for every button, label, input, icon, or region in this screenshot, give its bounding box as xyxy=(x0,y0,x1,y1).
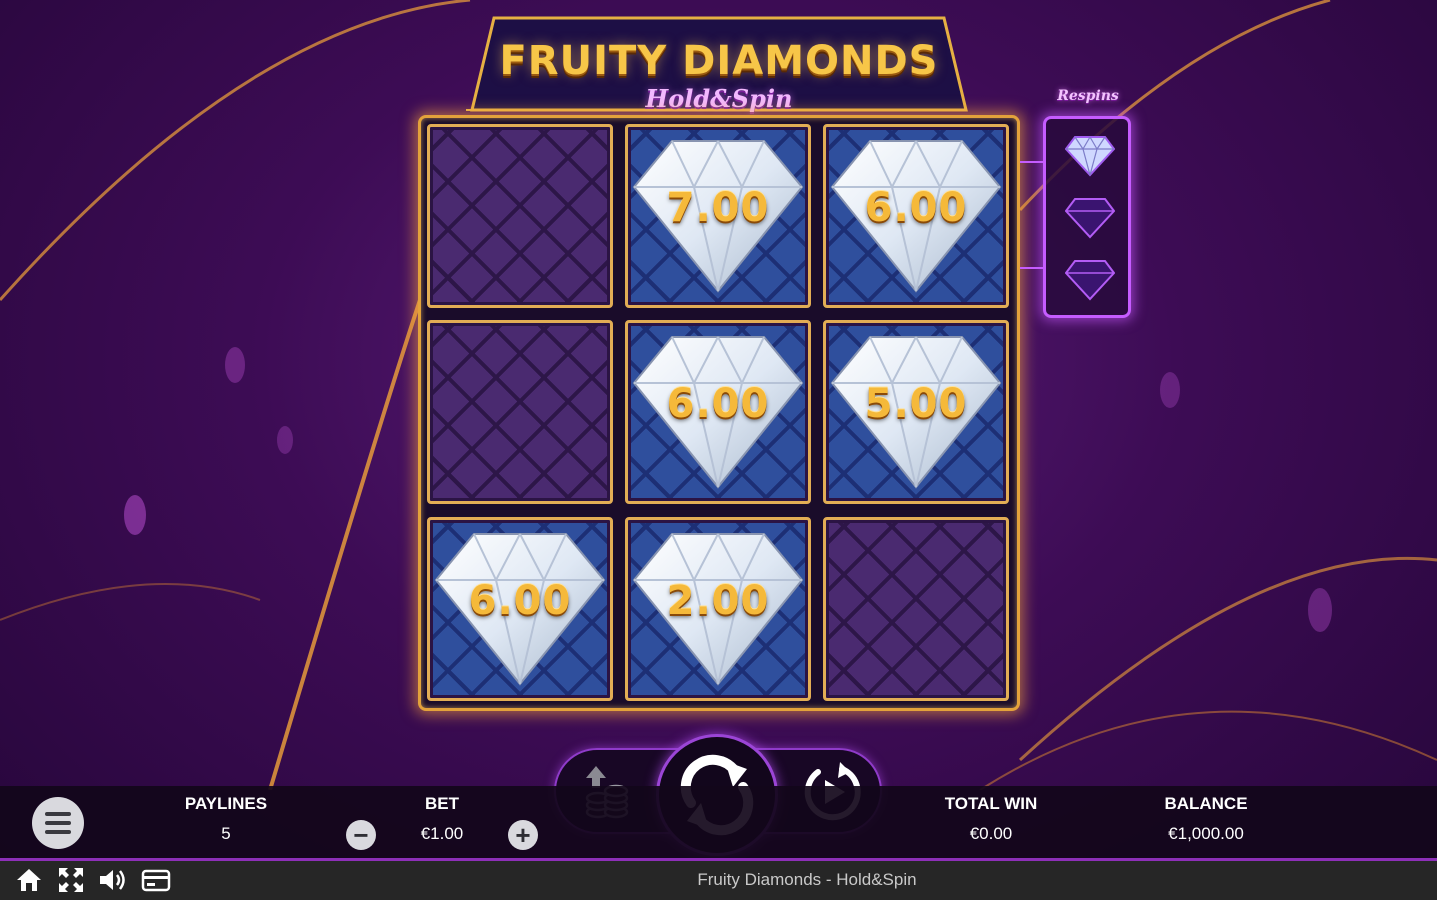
diamond-value: 2.00 xyxy=(666,578,770,624)
fullscreen-icon[interactable] xyxy=(57,866,85,894)
respins-label: Respins xyxy=(1057,88,1119,104)
diamond-value: 7.00 xyxy=(666,185,770,231)
diamond-cell: 5.00 xyxy=(823,320,1009,504)
game-logo: FRUITY DIAMONDS Hold&Spin xyxy=(466,16,972,113)
menu-button[interactable] xyxy=(32,797,84,849)
balance-value: €1,000.00 xyxy=(1168,824,1244,843)
diamond-cell: 7.00 xyxy=(625,124,811,308)
diamond-value: 6.00 xyxy=(468,578,572,624)
empty-cell xyxy=(427,320,613,504)
diamond-lit-icon xyxy=(1064,133,1116,177)
diamond-value: 5.00 xyxy=(864,381,968,427)
diamond-value: 6.00 xyxy=(666,381,770,427)
paytable-icon[interactable] xyxy=(141,866,171,894)
game-subtitle: Hold&Spin xyxy=(645,84,793,113)
diamond-outline-icon xyxy=(1064,195,1116,239)
empty-cell xyxy=(427,124,613,308)
diamond-cell: 6.00 xyxy=(427,517,613,701)
diamond-value: 6.00 xyxy=(864,185,968,231)
home-icon[interactable] xyxy=(15,866,43,894)
respins-counter xyxy=(1043,116,1131,318)
respins-connector xyxy=(1020,161,1044,269)
empty-cell xyxy=(823,517,1009,701)
diamond-cell: 6.00 xyxy=(625,320,811,504)
bet-value: €1.00 xyxy=(420,824,464,843)
bet-increase-button[interactable]: + xyxy=(508,820,538,850)
total-win-value: €0.00 xyxy=(969,824,1013,843)
balance-label: BALANCE xyxy=(1164,794,1248,813)
diamond-cell: 6.00 xyxy=(823,124,1009,308)
paylines-value: 5 xyxy=(221,824,231,843)
diamond-outline-icon xyxy=(1064,257,1116,301)
total-win-label: TOTAL WIN xyxy=(944,794,1038,813)
sound-icon[interactable] xyxy=(98,866,126,894)
game-name-footer: Fruity Diamonds - Hold&Spin xyxy=(697,870,917,889)
bet-label: BET xyxy=(425,794,459,813)
game-title: FRUITY DIAMONDS xyxy=(499,38,939,84)
paylines-label: PAYLINES xyxy=(184,794,268,813)
diamond-cell: 2.00 xyxy=(625,517,811,701)
